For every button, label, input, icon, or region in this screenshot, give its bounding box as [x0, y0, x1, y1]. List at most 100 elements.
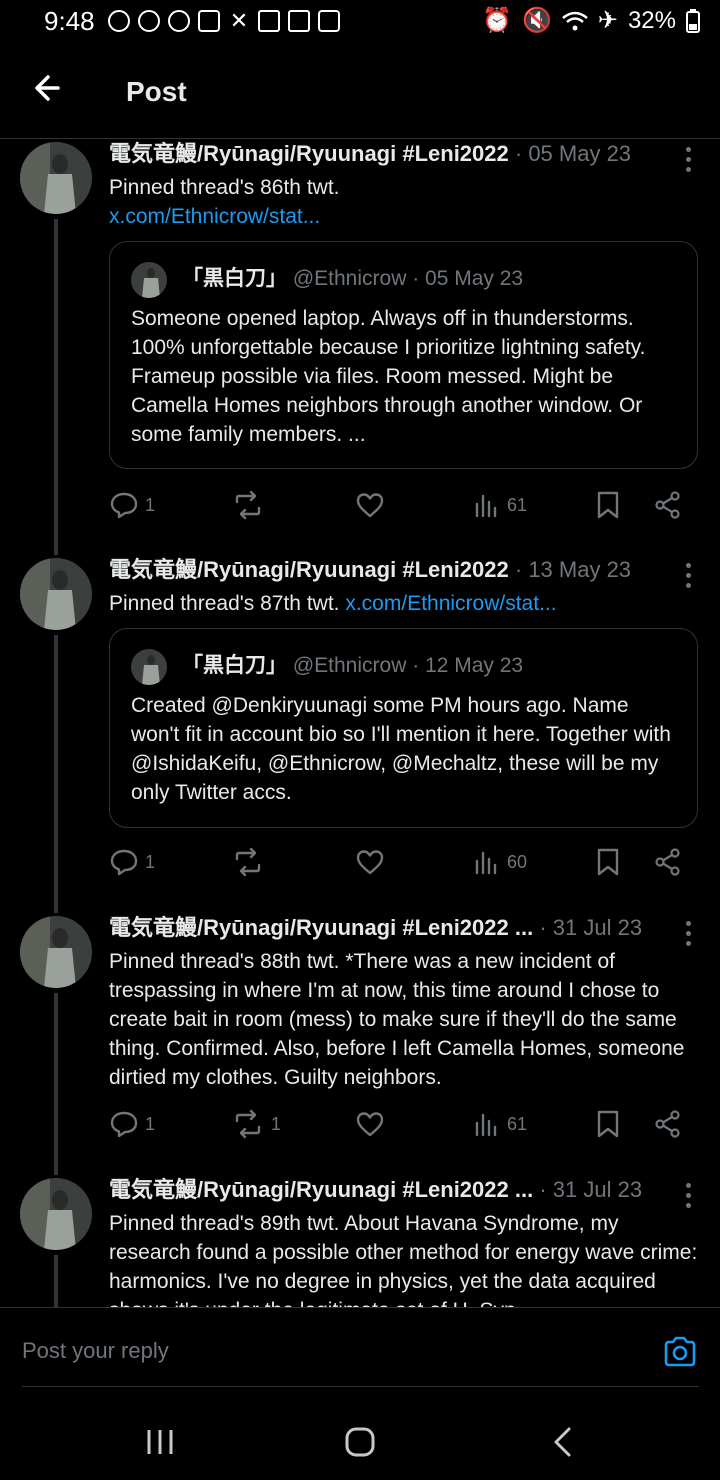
views-button[interactable]: 61 — [473, 487, 527, 523]
author-name[interactable]: 電気竜鰻/Ryūnagi/Ryuunagi #Leni2022 ... — [109, 915, 533, 940]
bookmark-icon — [597, 491, 619, 519]
back-arrow-icon[interactable] — [28, 66, 72, 110]
bookmark-button[interactable] — [595, 844, 621, 880]
repost-icon — [235, 847, 261, 877]
reply-button[interactable]: 1 — [109, 844, 155, 880]
heart-icon — [356, 1112, 384, 1137]
repost-count: 1 — [271, 1113, 282, 1134]
post-text: Pinned thread's 86th twt. x.com/Ethnicro… — [109, 173, 699, 231]
divider — [22, 1386, 699, 1387]
repost-button[interactable] — [231, 487, 271, 523]
quoted-post[interactable]: 「黒白刀」 @Ethnicrow · 05 May 23 Someone ope… — [109, 241, 698, 469]
author-name[interactable]: 電気竜鰻/Ryūnagi/Ryuunagi #Leni2022 — [109, 141, 509, 166]
post-date[interactable]: · 13 May 23 — [515, 557, 631, 582]
post-actions: 1 60 — [109, 844, 699, 880]
share-button[interactable] — [653, 487, 683, 523]
more-options-icon[interactable] — [684, 1183, 692, 1209]
bookmark-button[interactable] — [595, 1106, 621, 1142]
status-bar: 9:48 ✕ ⏰ 🔇 ✈ 32% — [0, 0, 720, 44]
mute-icon: 🔇 — [521, 7, 552, 34]
post-header: 電気竜鰻/Ryūnagi/Ryuunagi #Leni2022 · 05 May… — [109, 139, 669, 169]
post-link[interactable]: x.com/Ethnicrow/stat... — [109, 202, 699, 231]
post-text: Pinned thread's 88th twt. *There was a n… — [109, 950, 685, 1089]
airplane-icon: ✈ — [597, 7, 618, 34]
status-time: 9:48 — [44, 6, 95, 36]
page-title: Post — [126, 76, 187, 107]
app-bar: Post — [0, 44, 720, 139]
avatar[interactable] — [20, 142, 92, 214]
quote-handle: @Ethnicrow — [292, 654, 407, 677]
share-icon — [655, 1110, 680, 1138]
bookmark-button[interactable] — [595, 487, 621, 523]
reply-icon — [110, 849, 138, 876]
repost-button[interactable]: 1 — [231, 1106, 281, 1142]
quote-handle: @Ethnicrow — [292, 267, 407, 290]
author-name[interactable]: 電気竜鰻/Ryūnagi/Ryuunagi #Leni2022 ... — [109, 1177, 533, 1202]
repost-button[interactable] — [231, 844, 271, 880]
heart-icon — [356, 850, 384, 875]
post-date[interactable]: · 31 Jul 23 — [539, 1177, 642, 1202]
reply-count: 1 — [145, 494, 156, 515]
battery-text: 32% — [627, 6, 676, 34]
gmail-icon — [258, 10, 280, 32]
notification-icons: ✕ — [108, 10, 340, 32]
post-actions: 1 1 61 — [109, 1106, 699, 1142]
bookmark-icon — [597, 1110, 619, 1138]
avatar[interactable] — [20, 1178, 92, 1250]
views-button[interactable]: 61 — [473, 1106, 527, 1142]
reddit-icon — [168, 10, 190, 32]
repost-icon — [235, 490, 261, 520]
recent-apps-icon[interactable] — [140, 1422, 180, 1462]
views-count: 60 — [507, 851, 528, 872]
post-text: Pinned thread's 89th twt. About Havana S… — [109, 1212, 698, 1307]
thread-line — [54, 219, 58, 555]
share-button[interactable] — [653, 1106, 683, 1142]
post-item[interactable]: 電気竜鰻/Ryūnagi/Ryuunagi #Leni2022 ... · 31… — [0, 913, 720, 1175]
post-header: 電気竜鰻/Ryūnagi/Ryuunagi #Leni2022 ... · 31… — [109, 1175, 669, 1205]
quoted-post[interactable]: 「黒白刀」 @Ethnicrow · 12 May 23 Created @De… — [109, 628, 698, 828]
system-nav-bar — [0, 1400, 720, 1480]
home-icon[interactable] — [340, 1422, 380, 1462]
post-item[interactable]: 電気竜鰻/Ryūnagi/Ryuunagi #Leni2022 ... · 31… — [0, 1175, 720, 1307]
views-count: 61 — [507, 494, 528, 515]
more-options-icon[interactable] — [684, 147, 692, 173]
reply-button[interactable]: 1 — [109, 487, 155, 523]
quote-author-name: 「黒白刀」 — [182, 267, 287, 290]
like-button[interactable] — [355, 844, 385, 880]
post-feed[interactable]: 電気竜鰻/Ryūnagi/Ryuunagi #Leni2022 · 05 May… — [0, 139, 720, 1307]
battery-icon — [686, 8, 700, 33]
post-date[interactable]: · 05 May 23 — [515, 141, 631, 166]
thread-line — [54, 993, 58, 1175]
camera-icon[interactable] — [662, 1334, 698, 1370]
twitch-icon — [198, 10, 220, 32]
post-item[interactable]: 電気竜鰻/Ryūnagi/Ryuunagi #Leni2022 · 05 May… — [0, 139, 720, 555]
post-header: 電気竜鰻/Ryūnagi/Ryuunagi #Leni2022 ... · 31… — [109, 913, 669, 943]
bookmark-icon — [597, 848, 619, 876]
quote-author-name: 「黒白刀」 — [182, 654, 287, 677]
views-button[interactable]: 60 — [473, 844, 527, 880]
post-date[interactable]: · 31 Jul 23 — [539, 915, 642, 940]
views-icon — [475, 851, 497, 875]
share-button[interactable] — [653, 844, 683, 880]
quote-header: 「黒白刀」 @Ethnicrow · 05 May 23 — [182, 264, 523, 294]
share-icon — [655, 848, 680, 876]
messenger-icon — [108, 10, 130, 32]
more-options-icon[interactable] — [684, 563, 692, 589]
reply-input[interactable]: Post your reply — [22, 1338, 582, 1364]
x-icon: ✕ — [229, 8, 249, 33]
quote-date: · 12 May 23 — [412, 654, 524, 677]
thread-line — [54, 1255, 58, 1307]
like-button[interactable] — [355, 487, 385, 523]
quote-text: Created @Denkiryuunagi some PM hours ago… — [131, 694, 671, 804]
reply-button[interactable]: 1 — [109, 1106, 155, 1142]
back-icon[interactable] — [544, 1422, 584, 1462]
like-button[interactable] — [355, 1106, 385, 1142]
avatar[interactable] — [20, 558, 92, 630]
gmail-icon — [288, 10, 310, 32]
more-options-icon[interactable] — [684, 921, 692, 947]
post-link[interactable]: x.com/Ethnicrow/stat... — [345, 592, 556, 615]
avatar[interactable] — [20, 916, 92, 988]
post-item[interactable]: 電気竜鰻/Ryūnagi/Ryuunagi #Leni2022 · 13 May… — [0, 555, 720, 913]
author-name[interactable]: 電気竜鰻/Ryūnagi/Ryuunagi #Leni2022 — [109, 557, 509, 582]
reply-icon — [110, 492, 138, 519]
